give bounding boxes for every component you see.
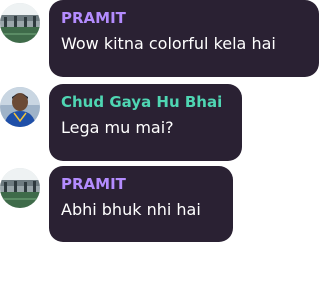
author-name[interactable]: PRAMIT [61, 174, 221, 194]
author-name[interactable]: Chud Gaya Hu Bhai [61, 92, 230, 112]
author-name[interactable]: PRAMIT [61, 8, 307, 28]
message-text: Wow kitna colorful kela hai [61, 34, 276, 53]
stadium-avatar-icon[interactable] [0, 168, 40, 208]
message-text: Abhi bhuk nhi hai [61, 200, 201, 219]
message-bubble[interactable]: PRAMIT Abhi bhuk nhi hai [49, 166, 233, 242]
message-bubble[interactable]: Chud Gaya Hu Bhai Lega mu mai? [49, 84, 242, 161]
cricketer-avatar-icon[interactable] [0, 87, 40, 127]
message-bubble[interactable]: PRAMIT Wow kitna colorful kela hai [49, 0, 319, 77]
chat-thread: PRAMIT Wow kitna colorful kela hai Chud … [0, 0, 320, 294]
stadium-avatar-icon[interactable] [0, 3, 40, 43]
message-text: Lega mu mai? [61, 118, 174, 137]
